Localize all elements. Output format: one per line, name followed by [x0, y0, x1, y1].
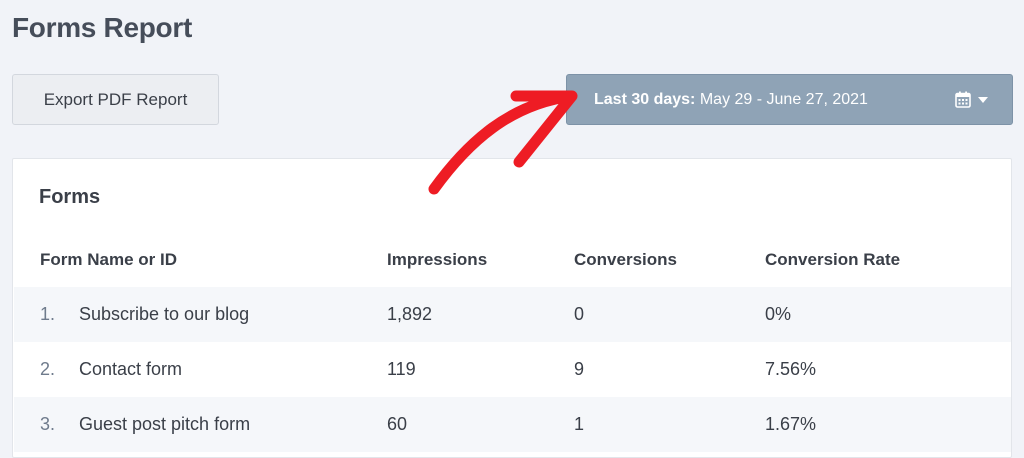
- column-header-impressions: Impressions: [387, 250, 488, 269]
- conversions-value: 0: [574, 304, 585, 324]
- date-range-button[interactable]: Last 30 days: May 29 - June 27, 2021: [566, 74, 1013, 125]
- date-range-value: May 29 - June 27, 2021: [699, 91, 868, 108]
- conversion-rate-value: 7.56%: [765, 359, 817, 379]
- impressions-value: 60: [387, 414, 408, 434]
- row-number: 1.: [40, 304, 56, 324]
- conversions-value: 1: [574, 414, 585, 434]
- conversion-rate-value: 1.67%: [765, 414, 817, 434]
- forms-card: Forms Form Name or ID Impressions Conver…: [12, 158, 1012, 458]
- table-row[interactable]: 1. Subscribe to our blog 1,892 0 0%: [14, 287, 1011, 342]
- column-header-conversions: Conversions: [574, 250, 677, 269]
- page-title: Forms Report: [12, 12, 192, 43]
- table-row[interactable]: 2. Contact form 119 9 7.56%: [14, 342, 1011, 397]
- form-name-link[interactable]: Subscribe to our blog: [79, 287, 249, 342]
- row-number: 2.: [40, 359, 56, 379]
- date-range-label: Last 30 days:: [594, 91, 696, 108]
- column-header-conversion-rate: Conversion Rate: [765, 250, 901, 269]
- chevron-down-icon: [978, 97, 988, 103]
- table-row[interactable]: 3. Guest post pitch form 60 1 1.67%: [14, 397, 1011, 452]
- export-pdf-button[interactable]: Export PDF Report: [12, 74, 219, 125]
- table-header: Form Name or ID Impressions Conversions …: [14, 232, 1011, 287]
- conversion-rate-value: 0%: [765, 304, 792, 324]
- conversions-value: 9: [574, 359, 585, 379]
- column-header-name: Form Name or ID: [40, 250, 177, 269]
- calendar-icon: [955, 91, 971, 113]
- form-name-link[interactable]: Guest post pitch form: [79, 397, 250, 452]
- card-title: Forms: [39, 186, 101, 208]
- impressions-value: 119: [387, 359, 416, 379]
- date-range-text: Last 30 days: May 29 - June 27, 2021: [594, 91, 868, 109]
- impressions-value: 1,892: [387, 304, 433, 324]
- form-name-link[interactable]: Contact form: [79, 342, 182, 397]
- row-number: 3.: [40, 414, 56, 434]
